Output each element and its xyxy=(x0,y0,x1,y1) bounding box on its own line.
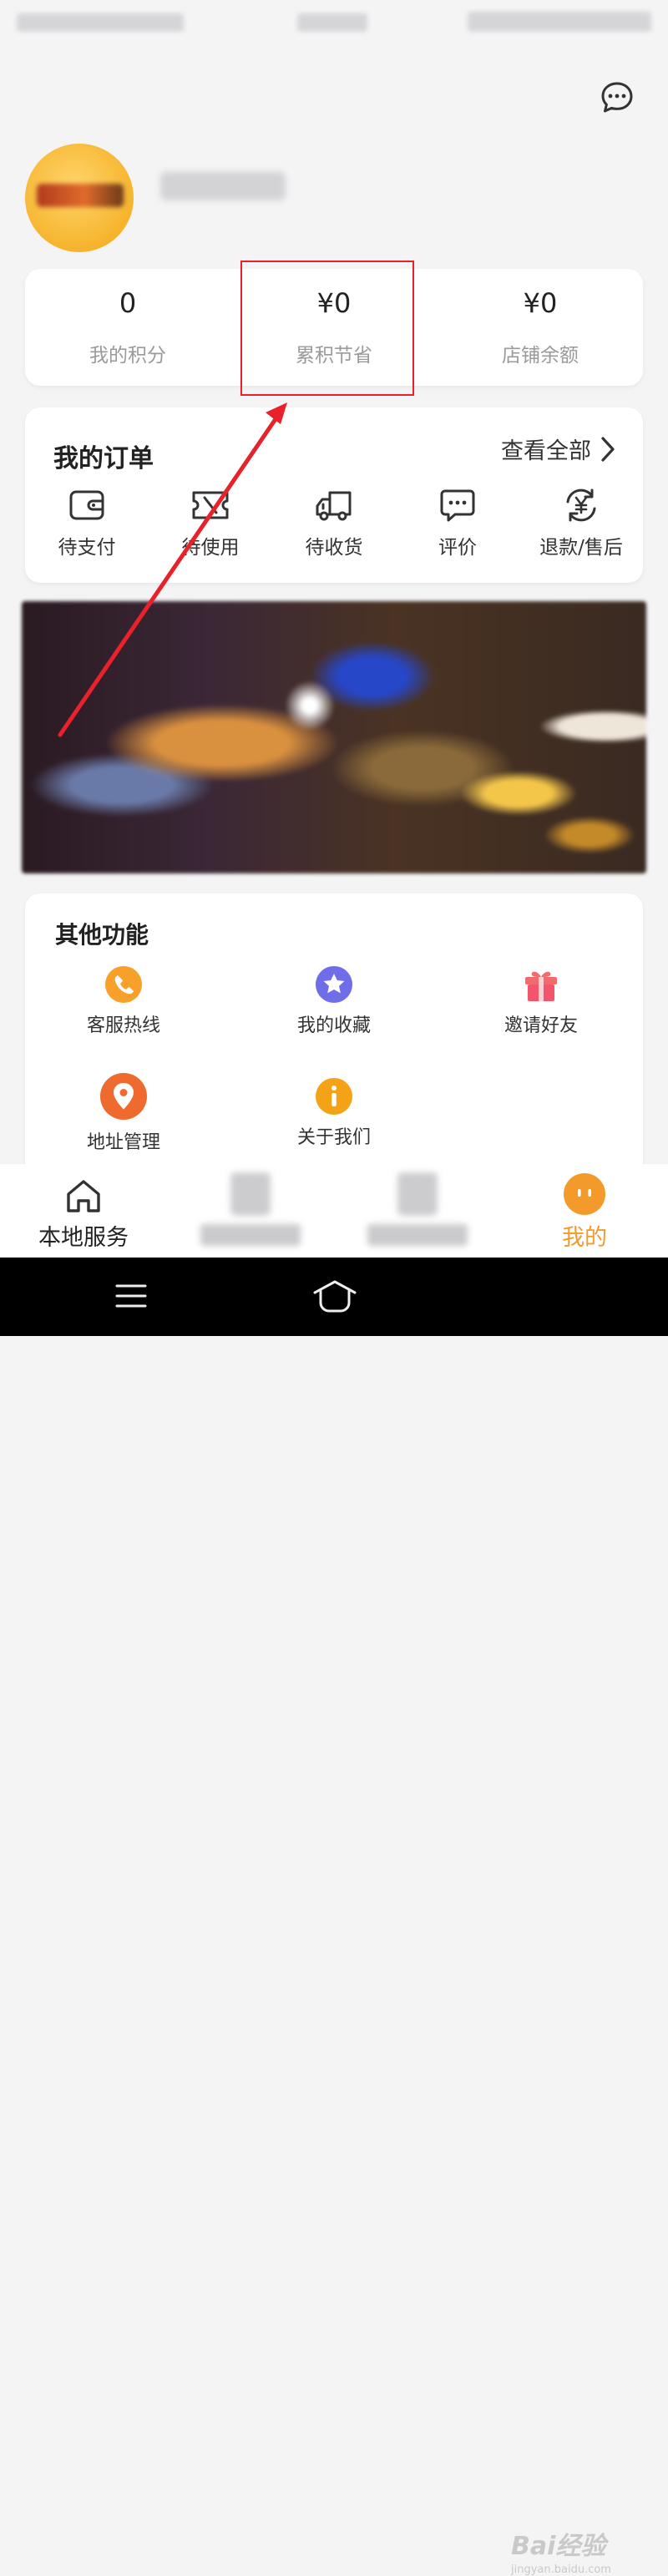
stat-balance[interactable]: ¥0 店铺余额 xyxy=(438,269,643,386)
invite-friends[interactable]: 邀请好友 xyxy=(449,965,633,1037)
ticket-icon xyxy=(192,491,229,519)
comment-icon xyxy=(440,489,475,522)
stat-points[interactable]: 0 我的积分 xyxy=(25,269,230,386)
tab-third[interactable] xyxy=(334,1164,501,1258)
wallet-icon xyxy=(69,490,104,520)
stat-value: 0 xyxy=(119,287,137,319)
status-bar-left xyxy=(17,13,184,32)
orders-title: 我的订单 xyxy=(53,444,154,473)
profile-face-icon xyxy=(564,1173,605,1215)
avatar[interactable] xyxy=(25,144,134,252)
view-all-label: 查看全部 xyxy=(501,438,591,464)
my-favorites[interactable]: 我的收藏 xyxy=(242,965,426,1037)
promo-banner[interactable] xyxy=(22,601,646,873)
order-refund[interactable]: 退款/售后 xyxy=(519,488,643,571)
orders-card: 我的订单 查看全部 待支付 待使用 待收货 评价 退款/售后 xyxy=(25,407,643,583)
tab-label: 本地服务 xyxy=(38,1225,129,1251)
order-item-label: 待支付 xyxy=(58,537,116,559)
order-to-receive[interactable]: 待收货 xyxy=(272,488,396,571)
customer-service-hotline[interactable]: 客服热线 xyxy=(32,965,215,1037)
tab-local-services[interactable]: 本地服务 xyxy=(0,1164,167,1258)
refund-icon xyxy=(566,488,596,522)
watermark: Bai经验 jingyan.baidu.com xyxy=(511,2525,611,2576)
watermark-brand: Bai经验 xyxy=(511,2532,606,2561)
about-us[interactable]: 关于我们 xyxy=(242,1077,426,1149)
location-icon xyxy=(100,1073,147,1120)
stat-label: 店铺余额 xyxy=(502,345,579,367)
order-item-label: 退款/售后 xyxy=(539,537,623,559)
function-label: 关于我们 xyxy=(296,1127,371,1148)
order-item-label: 待收货 xyxy=(305,537,363,559)
watermark-url: jingyan.baidu.com xyxy=(511,2563,611,2576)
blurred-icon xyxy=(230,1172,271,1216)
tab-mine[interactable]: 我的 xyxy=(501,1164,668,1258)
status-bar xyxy=(0,0,668,47)
home-icon xyxy=(67,1180,100,1212)
tab-label: 我的 xyxy=(562,1225,607,1251)
other-functions-card: 其他功能 客服热线 我的收藏 邀请好友 地址管理 关于我们 xyxy=(25,893,643,1177)
order-review[interactable]: 评价 xyxy=(396,488,519,571)
stat-label: 我的积分 xyxy=(89,345,166,367)
gift-icon xyxy=(525,971,557,1001)
info-icon xyxy=(316,1078,352,1115)
tab-second[interactable] xyxy=(167,1164,334,1258)
blurred-icon xyxy=(397,1172,438,1216)
address-management[interactable]: 地址管理 xyxy=(32,1072,215,1154)
avatar-logo xyxy=(37,184,124,207)
stat-value: ¥0 xyxy=(523,287,558,319)
status-bar-time xyxy=(297,13,367,32)
truck-icon xyxy=(316,491,352,521)
system-navigation-bar: Bai经验 jingyan.baidu.com xyxy=(0,1258,668,2576)
order-item-label: 评价 xyxy=(438,537,477,559)
tab-label-blurred xyxy=(367,1224,468,1246)
other-functions-title: 其他功能 xyxy=(55,921,149,949)
view-all-orders-link[interactable]: 查看全部 xyxy=(501,433,616,465)
menu-icon[interactable] xyxy=(115,1279,147,1313)
annotation-highlight-box xyxy=(240,261,414,396)
function-label: 客服热线 xyxy=(86,1015,160,1036)
star-icon xyxy=(316,966,352,1003)
message-icon[interactable] xyxy=(600,80,635,115)
function-label: 地址管理 xyxy=(86,1132,160,1153)
function-label: 我的收藏 xyxy=(296,1015,371,1036)
tab-label-blurred xyxy=(200,1224,301,1246)
username xyxy=(160,172,286,200)
phone-icon xyxy=(105,966,142,1003)
bottom-tab-bar: 本地服务 我的 xyxy=(0,1164,668,1258)
home-nav-icon[interactable] xyxy=(312,1279,357,1313)
order-to-use[interactable]: 待使用 xyxy=(149,488,272,571)
chevron-right-icon xyxy=(601,436,615,462)
order-item-label: 待使用 xyxy=(181,537,240,559)
order-pending-payment[interactable]: 待支付 xyxy=(25,488,149,571)
status-bar-right xyxy=(468,12,651,32)
function-label: 邀请好友 xyxy=(504,1015,578,1036)
